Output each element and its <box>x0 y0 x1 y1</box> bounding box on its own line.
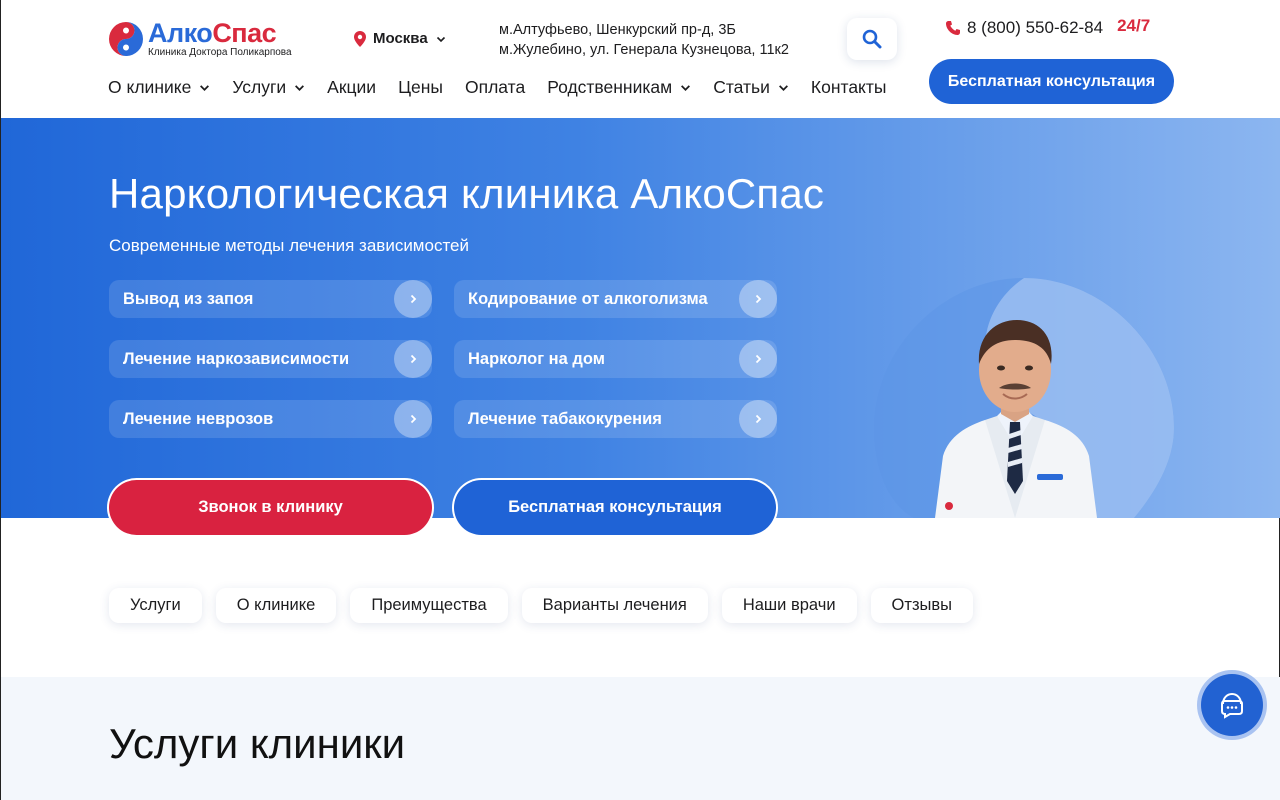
anchor-reviews[interactable]: Отзывы <box>870 588 973 623</box>
chevron-down-icon <box>295 85 305 91</box>
logo-word-spas: Спас <box>212 18 277 48</box>
anchor-doctors[interactable]: Наши врачи <box>721 588 857 623</box>
chevron-right-icon <box>739 280 777 318</box>
service-link-binge-withdrawal[interactable]: Вывод из запоя <box>109 280 432 318</box>
services-section-title: Услуги клиники <box>109 720 406 767</box>
anchor-about[interactable]: О клинике <box>215 588 337 623</box>
hero-banner: Наркологическая клиника АлкоСпас Совреме… <box>1 118 1280 535</box>
nav-item-contacts[interactable]: Контакты <box>811 77 887 98</box>
logo-subtitle: Клиника Доктора Поликарпова <box>148 47 292 58</box>
nav-item-promotions[interactable]: Акции <box>327 77 376 98</box>
address-line: м.Алтуфьево, Шенкурский пр-д, 3Б <box>499 22 736 38</box>
chat-icon <box>1221 692 1243 719</box>
doctor-photo <box>935 320 1097 518</box>
section-anchor-tabs: Услуги О клинике Преимущества Варианты л… <box>109 588 987 623</box>
main-nav: О клинике Услуги Акции Цены Оплата Родст… <box>108 77 909 98</box>
chevron-down-icon <box>436 36 445 42</box>
phone-icon <box>946 21 960 35</box>
hero-subtitle: Современные методы лечения зависимостей <box>109 236 469 255</box>
chevron-down-icon <box>200 85 210 91</box>
hero-title: Наркологическая клиника АлкоСпас <box>109 170 825 217</box>
search-icon <box>862 29 882 49</box>
service-link-smoking[interactable]: Лечение табакокурения <box>454 400 777 438</box>
chevron-down-icon <box>681 85 691 91</box>
nav-item-label: Родственникам <box>547 77 673 97</box>
chevron-right-icon <box>394 400 432 438</box>
nav-item-payment[interactable]: Оплата <box>465 77 525 98</box>
services-section: Услуги клиники <box>1 677 1280 800</box>
chat-widget-button[interactable] <box>1201 674 1263 736</box>
nav-item-prices[interactable]: Цены <box>398 77 443 98</box>
service-link-label: Вывод из запоя <box>123 289 254 308</box>
nav-item-articles[interactable]: Статьи <box>713 77 789 98</box>
chevron-right-icon <box>739 400 777 438</box>
anchor-services[interactable]: Услуги <box>109 588 202 623</box>
clinic-addresses: м.Алтуфьево, Шенкурский пр-д, 3Б м.Жулеб… <box>499 20 789 60</box>
address-line: м.Жулебино, ул. Генерала Кузнецова, 11к2 <box>499 42 789 58</box>
service-link-label: Нарколог на дом <box>468 349 605 368</box>
logo-word-alko: Алко <box>148 18 213 48</box>
chevron-right-icon <box>394 340 432 378</box>
nav-item-label: Акции <box>327 77 377 97</box>
search-button[interactable] <box>847 18 897 60</box>
logo-mark-icon <box>109 22 143 56</box>
city-label: Москва <box>373 30 428 47</box>
service-link-label: Лечение неврозов <box>123 409 274 428</box>
nav-item-label: Контакты <box>810 77 887 97</box>
service-link-drug-addiction[interactable]: Лечение наркозависимости <box>109 340 432 378</box>
nav-item-relatives[interactable]: Родственникам <box>547 77 691 98</box>
chevron-down-icon <box>778 85 788 91</box>
nav-item-label: Статьи <box>713 77 770 97</box>
chevron-right-icon <box>394 280 432 318</box>
anchor-advantages[interactable]: Преимущества <box>350 588 508 623</box>
phone-link[interactable]: 8 (800) 550-62-84 24/7 <box>945 16 1151 38</box>
logo[interactable]: АлкоСпас Клиника Доктора Поликарпова <box>108 20 292 58</box>
free-consultation-button[interactable]: Бесплатная консультация <box>929 59 1174 104</box>
phone-number: 8 (800) 550-62-84 <box>967 18 1104 37</box>
call-clinic-button[interactable]: Звонок в клинику <box>109 480 432 535</box>
service-link-neuroses[interactable]: Лечение неврозов <box>109 400 432 438</box>
nav-item-label: Услуги <box>232 77 287 97</box>
free-consultation-hero-button[interactable]: Бесплатная консультация <box>454 480 776 535</box>
nav-item-label: Оплата <box>465 77 526 97</box>
nav-item-about[interactable]: О клинике <box>108 77 210 98</box>
chevron-right-icon <box>739 340 777 378</box>
service-link-label: Кодирование от алкоголизма <box>468 289 708 308</box>
nav-item-label: Цены <box>398 77 443 97</box>
service-link-alcohol-coding[interactable]: Кодирование от алкоголизма <box>454 280 777 318</box>
anchor-treatment-options[interactable]: Варианты лечения <box>521 588 708 623</box>
city-selector[interactable]: Москва <box>353 30 446 47</box>
service-link-label: Лечение наркозависимости <box>123 349 350 368</box>
map-pin-icon <box>354 30 366 47</box>
site-header: АлкоСпас Клиника Доктора Поликарпова Мос… <box>1 0 1280 118</box>
service-link-label: Лечение табакокурения <box>468 409 662 428</box>
nav-item-services[interactable]: Услуги <box>232 77 305 98</box>
hours-badge: 24/7 <box>1117 16 1151 35</box>
nav-item-label: О клинике <box>108 77 192 97</box>
service-link-home-visit[interactable]: Нарколог на дом <box>454 340 777 378</box>
